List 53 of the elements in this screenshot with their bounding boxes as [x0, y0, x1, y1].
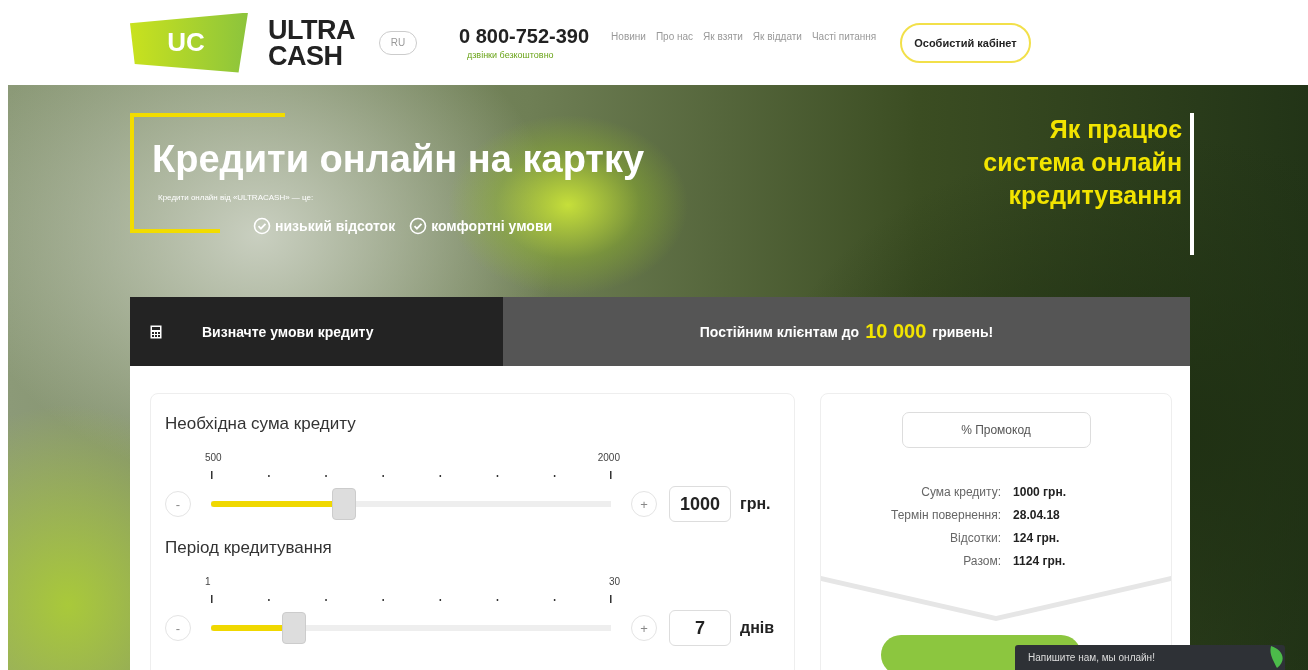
language-button[interactable]: RU — [379, 30, 417, 55]
check-circle-icon — [253, 217, 271, 235]
nav-link[interactable]: Як віддати — [752, 31, 802, 42]
nav-link[interactable]: Часті питання — [811, 31, 877, 42]
promo-amount: 10 000 — [865, 320, 927, 343]
nav-link[interactable]: Як взяти — [703, 31, 743, 42]
calculator-title: Визначте умови кредиту — [202, 323, 374, 340]
value-field[interactable]: 1000 — [669, 486, 731, 522]
scale-max-label: 30 — [608, 576, 620, 587]
scale-min-label: 1 — [205, 576, 211, 587]
unit-label: днів — [740, 619, 775, 637]
minus-button[interactable]: - — [165, 491, 191, 517]
hero-subtitle: Кредити онлайн від «ULTRACASH» — це: — [158, 193, 314, 202]
minus-button[interactable]: - — [165, 615, 191, 641]
scale-max-label: 2000 — [597, 452, 620, 463]
summary-value: 1000 грн. — [1013, 485, 1066, 499]
promo-text: гривень! — [932, 323, 994, 340]
summary-label: Разом: — [962, 554, 1002, 568]
slider-label: Період кредитування — [165, 538, 333, 558]
logo-text: ULTRA — [268, 16, 355, 43]
how-it-works-link[interactable]: система онлайн — [983, 146, 1182, 179]
plus-button[interactable]: + — [631, 615, 657, 641]
unit-label: грн. — [740, 495, 771, 513]
slider-handle[interactable] — [281, 612, 306, 644]
phone-number: 0 800-752-390 — [459, 25, 590, 48]
promo-text: Постійним клієнтам до — [699, 323, 860, 340]
slider-label: Необхідна сума кредиту — [165, 414, 357, 434]
how-it-works-link[interactable]: Як працює — [1049, 113, 1182, 146]
summary-label: Відсотки: — [949, 531, 1002, 545]
summary-value: 124 грн. — [1013, 531, 1061, 545]
plus-button[interactable]: + — [631, 491, 657, 517]
hero-title: Кредити онлайн на картку — [152, 138, 645, 181]
nav-link[interactable]: Про нас — [655, 31, 694, 42]
benefit-text: комфортні умови — [431, 218, 553, 234]
logo-text: CASH — [268, 42, 344, 69]
summary-value: 1124 грн. — [1013, 554, 1066, 568]
cabinet-button[interactable]: Особистий кабінет — [900, 22, 1031, 63]
summary-label: Сума кредиту: — [920, 485, 1002, 499]
check-circle-icon — [409, 217, 428, 235]
promo-code-button[interactable]: % Промокод — [901, 412, 1091, 448]
phone-note: дзвінки безкоштовно — [467, 50, 554, 60]
slider-handle[interactable] — [332, 488, 357, 520]
nav-link[interactable]: Новини — [611, 31, 646, 42]
how-it-works-link[interactable]: кредитування — [1008, 179, 1182, 212]
benefit-text: низький відсоток — [275, 218, 396, 234]
scale-min-label: 500 — [205, 452, 222, 463]
leaf-icon — [1269, 646, 1285, 668]
summary-label: Термін повернення: — [891, 508, 1002, 522]
chat-widget[interactable]: Напишите нам, мы онлайн! — [1015, 645, 1285, 670]
value-field[interactable]: 7 — [669, 610, 731, 646]
summary-value: 28.04.18 — [1013, 508, 1061, 522]
chat-text: Напишите нам, мы онлайн! — [1028, 651, 1155, 663]
calculator-icon — [150, 324, 162, 339]
